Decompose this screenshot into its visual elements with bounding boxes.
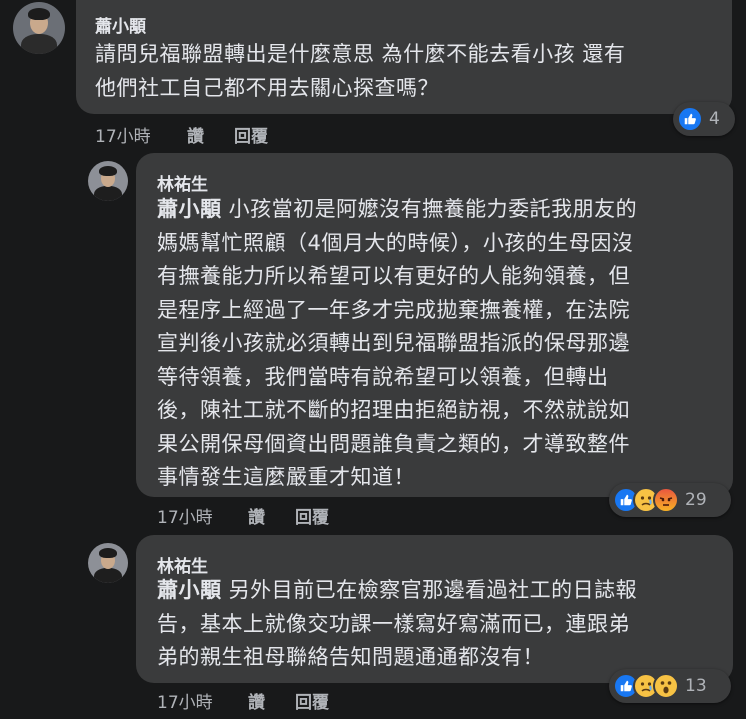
comment-timestamp[interactable]: 17小時 <box>157 503 213 528</box>
comment-timestamp[interactable]: 17小時 <box>157 688 213 713</box>
reply-button[interactable]: 回覆 <box>295 688 329 713</box>
reaction-summary[interactable]: 4 <box>673 102 735 136</box>
like-icon <box>677 106 703 132</box>
wow-icon <box>653 673 679 699</box>
reply-button[interactable]: 回覆 <box>295 503 329 528</box>
comment-text: 請問兒福聯盟轉出是什麼意思 為什麼不能去看小孩 還有 他們社工自己都不用去關心探… <box>95 42 626 100</box>
avatar[interactable] <box>13 2 65 54</box>
reaction-summary[interactable]: 13 <box>609 669 731 703</box>
comment-text: 蕭小顒 另外目前已在檢察官那邊看過社工的日誌報 告，基本上就像交功課一樣寫好寫滿… <box>157 578 638 669</box>
avatar[interactable] <box>88 161 128 201</box>
reaction-summary[interactable]: 29 <box>609 483 731 517</box>
reply-button[interactable]: 回覆 <box>234 122 268 147</box>
like-button[interactable]: 讚 <box>187 122 204 147</box>
mention-link[interactable]: 蕭小顒 <box>157 578 222 602</box>
mention-link[interactable]: 蕭小顒 <box>157 197 222 221</box>
comment-timestamp[interactable]: 17小時 <box>95 122 151 147</box>
reaction-count: 13 <box>685 676 707 696</box>
reaction-count: 29 <box>685 490 707 510</box>
avatar[interactable] <box>88 543 128 583</box>
like-button[interactable]: 讚 <box>248 688 265 713</box>
reaction-count: 4 <box>709 109 720 129</box>
comment-author[interactable]: 林祐生 <box>157 170 208 195</box>
angry-icon <box>653 487 679 513</box>
like-button[interactable]: 讚 <box>248 503 265 528</box>
comment-author[interactable]: 蕭小顒 <box>95 12 146 37</box>
comment-text: 蕭小顒 小孩當初是阿嬤沒有撫養能力委託我朋友的 媽媽幫忙照顧（4個月大的時候），… <box>157 197 638 489</box>
